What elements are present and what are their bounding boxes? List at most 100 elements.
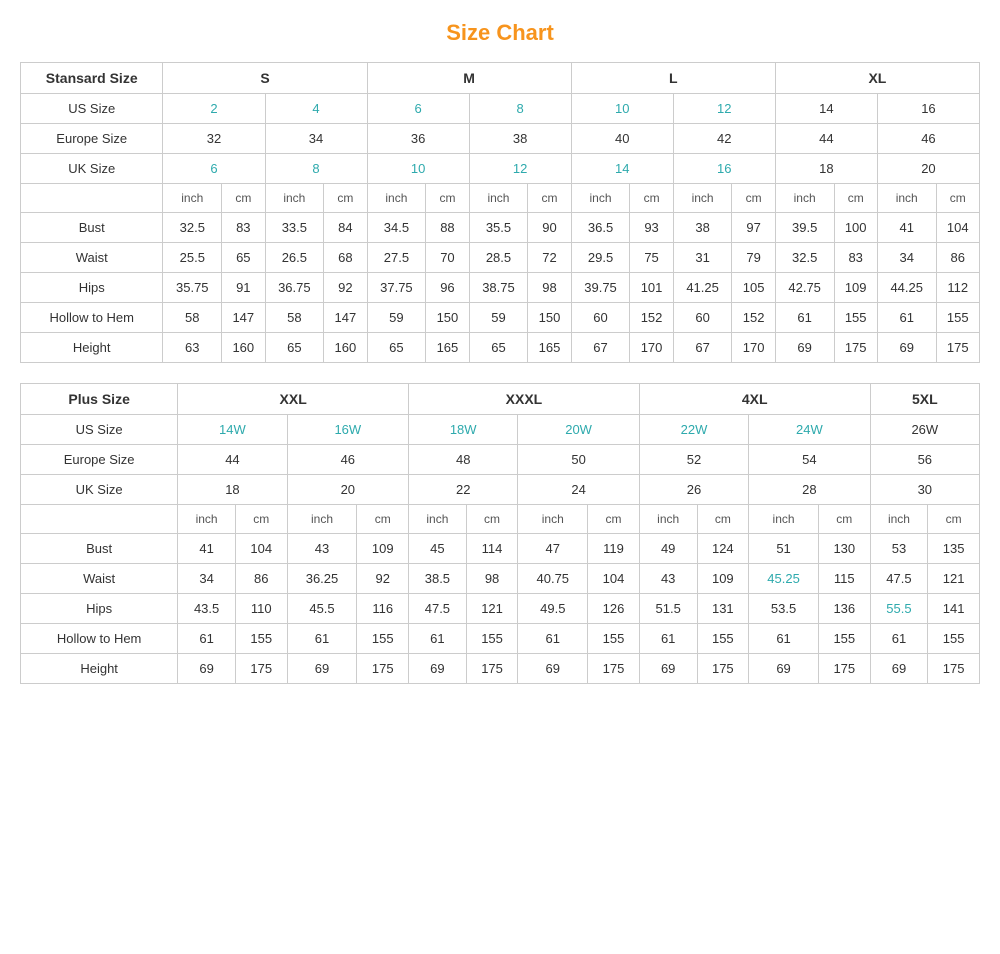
std-unit-8: inch (571, 184, 630, 213)
xl-header: XL (775, 63, 979, 94)
plus-hips-5: 121 (466, 594, 518, 624)
eu-32: 32 (163, 124, 265, 154)
hips-0: 35.75 (163, 273, 222, 303)
waist-13: 83 (834, 243, 877, 273)
plus-height-10: 69 (749, 654, 819, 684)
plus-uk-24: 24 (518, 475, 639, 505)
height-1: 160 (222, 333, 265, 363)
hips-2: 36.75 (265, 273, 324, 303)
plus-hips-11: 136 (818, 594, 870, 624)
hollow-4: 59 (367, 303, 426, 333)
standard-size-label: Stansard Size (21, 63, 163, 94)
uk-size-label: UK Size (21, 154, 163, 184)
hollow-12: 61 (775, 303, 834, 333)
waist-6: 28.5 (469, 243, 528, 273)
plus-height-8: 69 (639, 654, 697, 684)
waist-2: 26.5 (265, 243, 324, 273)
bust-2: 33.5 (265, 213, 324, 243)
europe-size-label: Europe Size (21, 124, 163, 154)
us-size-6: 6 (367, 94, 469, 124)
plus-hollow-4: 61 (409, 624, 467, 654)
plus-us-16w: 16W (287, 415, 408, 445)
hips-15: 112 (936, 273, 979, 303)
plus-waist-6: 40.75 (518, 564, 588, 594)
plus-unit-4: inch (409, 505, 467, 534)
uk-16: 16 (673, 154, 775, 184)
std-unit-7: cm (528, 184, 571, 213)
bust-13: 100 (834, 213, 877, 243)
plus-europe-size-label: Europe Size (21, 445, 178, 475)
plus-hollow-5: 155 (466, 624, 518, 654)
std-unit-9: cm (630, 184, 673, 213)
plus-height-6: 69 (518, 654, 588, 684)
uk-8: 8 (265, 154, 367, 184)
plus-us-22w: 22W (639, 415, 748, 445)
std-unit-13: cm (834, 184, 877, 213)
std-unit-empty (21, 184, 163, 213)
height-12: 69 (775, 333, 834, 363)
bust-14: 41 (877, 213, 936, 243)
plus-waist-0: 34 (178, 564, 236, 594)
std-unit-11: cm (732, 184, 775, 213)
hips-7: 98 (528, 273, 571, 303)
uk-14: 14 (571, 154, 673, 184)
us-size-2: 2 (163, 94, 265, 124)
bust-0: 32.5 (163, 213, 222, 243)
bust-15: 104 (936, 213, 979, 243)
height-10: 67 (673, 333, 732, 363)
plus-uk-22: 22 (409, 475, 518, 505)
waist-4: 27.5 (367, 243, 426, 273)
waist-14: 34 (877, 243, 936, 273)
std-unit-3: cm (324, 184, 367, 213)
height-13: 175 (834, 333, 877, 363)
plus-bust-13: 135 (928, 534, 980, 564)
plus-us-18w: 18W (409, 415, 518, 445)
height-6: 65 (469, 333, 528, 363)
waist-label: Waist (21, 243, 163, 273)
xxl-header: XXL (178, 384, 409, 415)
plus-height-13: 175 (928, 654, 980, 684)
plus-bust-2: 43 (287, 534, 357, 564)
m-header: M (367, 63, 571, 94)
plus-hollow-3: 155 (357, 624, 409, 654)
plus-unit-13: cm (928, 505, 980, 534)
waist-9: 75 (630, 243, 673, 273)
l-header: L (571, 63, 775, 94)
plus-waist-label: Waist (21, 564, 178, 594)
plus-waist-2: 36.25 (287, 564, 357, 594)
hollow-13: 155 (834, 303, 877, 333)
plus-waist-3: 92 (357, 564, 409, 594)
hollow-6: 59 (469, 303, 528, 333)
eu-44: 44 (775, 124, 877, 154)
plus-bust-12: 53 (870, 534, 928, 564)
plus-unit-12: inch (870, 505, 928, 534)
waist-8: 29.5 (571, 243, 630, 273)
eu-40: 40 (571, 124, 673, 154)
bust-12: 39.5 (775, 213, 834, 243)
plus-height-label: Height (21, 654, 178, 684)
std-unit-10: inch (673, 184, 732, 213)
plus-eu-52: 52 (639, 445, 748, 475)
plus-hollow-2: 61 (287, 624, 357, 654)
plus-size-table: Plus Size XXL XXXL 4XL 5XL US Size 14W 1… (20, 383, 980, 684)
std-unit-2: inch (265, 184, 324, 213)
waist-7: 72 (528, 243, 571, 273)
page-title: Size Chart (20, 20, 980, 46)
plus-unit-11: cm (818, 505, 870, 534)
5xl-header: 5XL (870, 384, 979, 415)
plus-unit-8: inch (639, 505, 697, 534)
plus-waist-10: 45.25 (749, 564, 819, 594)
waist-15: 86 (936, 243, 979, 273)
plus-height-3: 175 (357, 654, 409, 684)
std-unit-5: cm (426, 184, 469, 213)
plus-uk-20: 20 (287, 475, 408, 505)
plus-unit-2: inch (287, 505, 357, 534)
waist-12: 32.5 (775, 243, 834, 273)
plus-hollow-8: 61 (639, 624, 697, 654)
bust-11: 97 (732, 213, 775, 243)
plus-waist-13: 121 (928, 564, 980, 594)
plus-unit-10: inch (749, 505, 819, 534)
std-unit-12: inch (775, 184, 834, 213)
bust-10: 38 (673, 213, 732, 243)
waist-0: 25.5 (163, 243, 222, 273)
